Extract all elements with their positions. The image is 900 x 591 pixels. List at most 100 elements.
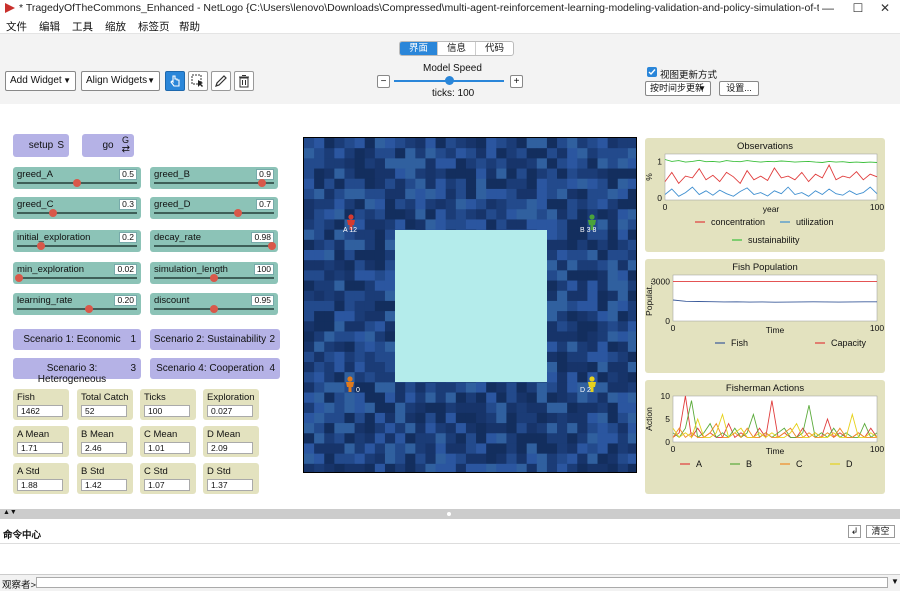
world-patch bbox=[314, 168, 325, 180]
slider-decay-rate[interactable]: decay_rate 0.98 bbox=[150, 230, 278, 252]
world-patch bbox=[304, 321, 315, 332]
world-patch bbox=[415, 138, 426, 149]
menu-help[interactable]: 帮助 bbox=[179, 19, 200, 34]
go-button[interactable]: go G ⇄ bbox=[82, 134, 134, 157]
slider-greed-a[interactable]: greed_A 0.5 bbox=[13, 167, 141, 189]
slider-discount[interactable]: discount 0.95 bbox=[150, 293, 278, 315]
world-patch bbox=[344, 188, 355, 200]
slider-knob[interactable] bbox=[267, 242, 276, 250]
world-patch bbox=[395, 148, 406, 159]
monitor-exploration: Exploration 0.027 bbox=[203, 389, 259, 420]
command-input-bar: 观察者> ▼ bbox=[0, 574, 900, 591]
slider-simulation-length[interactable]: simulation_length 100 bbox=[150, 262, 278, 284]
world-patch bbox=[314, 290, 325, 302]
slider-greed-c[interactable]: greed_C 0.3 bbox=[13, 197, 141, 219]
setup-button[interactable]: setup S bbox=[13, 134, 69, 157]
minimize-button[interactable]: — bbox=[813, 0, 843, 17]
menu-file[interactable]: 文件 bbox=[6, 19, 27, 34]
world-patch bbox=[465, 219, 477, 231]
monitor-value: 1.42 bbox=[81, 479, 127, 491]
world-patch bbox=[364, 392, 376, 404]
world-patch bbox=[344, 321, 355, 332]
world-patch bbox=[395, 158, 406, 169]
world-patch bbox=[435, 433, 447, 444]
select-mode-button[interactable] bbox=[188, 71, 208, 91]
world-patch bbox=[546, 351, 558, 363]
world-patch bbox=[486, 188, 497, 200]
scenario-3-button[interactable]: Scenario 3: Heterogeneous 3 bbox=[13, 358, 141, 385]
command-input[interactable] bbox=[36, 577, 888, 588]
panel-splitter[interactable]: ▲▼ bbox=[0, 509, 900, 519]
close-button[interactable]: ✕ bbox=[870, 0, 900, 17]
x-axis-label: Time bbox=[766, 446, 785, 456]
delete-button[interactable] bbox=[234, 71, 254, 91]
x-tick-label: 0 bbox=[663, 202, 668, 212]
slider-min-exploration[interactable]: min_exploration 0.02 bbox=[13, 262, 141, 284]
view-updates-checkbox[interactable] bbox=[647, 67, 657, 77]
interact-mode-button[interactable] bbox=[165, 71, 185, 91]
slider-initial-exploration[interactable]: initial_exploration 0.2 bbox=[13, 230, 141, 252]
scenario-4-button[interactable]: Scenario 4: Cooperation 4 bbox=[150, 358, 280, 379]
tab-interface[interactable]: 界面 bbox=[400, 42, 439, 55]
align-widgets-dropdown[interactable]: Align Widgets ▼ bbox=[81, 71, 160, 91]
menu-edit[interactable]: 编辑 bbox=[39, 19, 60, 34]
world-patch bbox=[627, 250, 636, 261]
slider-knob[interactable] bbox=[49, 209, 57, 217]
tab-code[interactable]: 代码 bbox=[476, 42, 513, 55]
slider-greed-b[interactable]: greed_B 0.9 bbox=[150, 167, 278, 189]
world-patch bbox=[334, 270, 345, 281]
edit-button[interactable] bbox=[211, 71, 231, 91]
chevron-down-icon[interactable]: ▼ bbox=[891, 577, 899, 586]
world-patch bbox=[374, 188, 386, 200]
slider-learning-rate[interactable]: learning_rate 0.20 bbox=[13, 293, 141, 315]
update-mode-dropdown[interactable]: 按时间步更新 ▼ bbox=[645, 81, 711, 96]
maximize-button[interactable]: ☐ bbox=[843, 0, 873, 17]
world-view[interactable]: A 12 B 3 8 0 D 2 bbox=[303, 137, 637, 473]
world-patch bbox=[334, 433, 345, 444]
slider-knob[interactable] bbox=[37, 242, 45, 250]
tab-strip: 界面 信息 代码 bbox=[399, 41, 515, 56]
menu-tabs[interactable]: 标签页 bbox=[138, 19, 170, 34]
scenario-2-button[interactable]: Scenario 2: Sustainability 2 bbox=[150, 329, 280, 350]
slider-knob[interactable] bbox=[210, 305, 218, 313]
settings-button[interactable]: 设置... bbox=[719, 81, 759, 96]
world-patch bbox=[577, 138, 588, 149]
slider-knob[interactable] bbox=[258, 179, 266, 187]
monitor-value: 2.09 bbox=[207, 442, 253, 454]
drag-handle-icon[interactable] bbox=[447, 512, 451, 516]
slider-greed-d[interactable]: greed_D 0.7 bbox=[150, 197, 278, 219]
collapse-arrows-icon[interactable]: ▲▼ bbox=[3, 509, 17, 516]
menu-tools[interactable]: 工具 bbox=[72, 19, 93, 34]
tab-info[interactable]: 信息 bbox=[438, 42, 477, 55]
world-patch bbox=[344, 392, 355, 404]
world-patch bbox=[304, 362, 315, 373]
slider-knob[interactable] bbox=[210, 274, 218, 282]
add-widget-dropdown[interactable]: Add Widget ▼ bbox=[5, 71, 76, 91]
slider-knob[interactable] bbox=[85, 305, 93, 313]
world-patch bbox=[334, 351, 345, 363]
scenario-1-button[interactable]: Scenario 1: Economic 1 bbox=[13, 329, 141, 350]
world-patch bbox=[476, 219, 487, 231]
world-patch bbox=[627, 229, 636, 241]
world-patch bbox=[354, 168, 366, 180]
clear-button[interactable]: 清空 bbox=[866, 525, 895, 538]
speed-increase-button[interactable]: + bbox=[510, 75, 523, 88]
slider-knob[interactable] bbox=[234, 209, 242, 217]
world-patch bbox=[384, 199, 396, 210]
slider-knob[interactable] bbox=[73, 179, 81, 187]
world-patch bbox=[506, 382, 517, 393]
world-patch bbox=[536, 158, 548, 169]
world-patch bbox=[627, 311, 636, 322]
world-patch bbox=[617, 158, 629, 169]
speed-decrease-button[interactable]: − bbox=[377, 75, 390, 88]
world-patch bbox=[405, 138, 416, 149]
pin-icon[interactable]: ↲ bbox=[848, 525, 861, 538]
slider-knob[interactable] bbox=[15, 274, 24, 282]
menu-zoom[interactable]: 缩放 bbox=[105, 19, 126, 34]
speed-slider-knob[interactable] bbox=[444, 76, 454, 85]
world-patch bbox=[516, 433, 528, 444]
slider-track bbox=[154, 182, 274, 184]
world-patch bbox=[314, 382, 325, 393]
world-patch bbox=[597, 178, 609, 190]
world-patch bbox=[627, 372, 636, 383]
